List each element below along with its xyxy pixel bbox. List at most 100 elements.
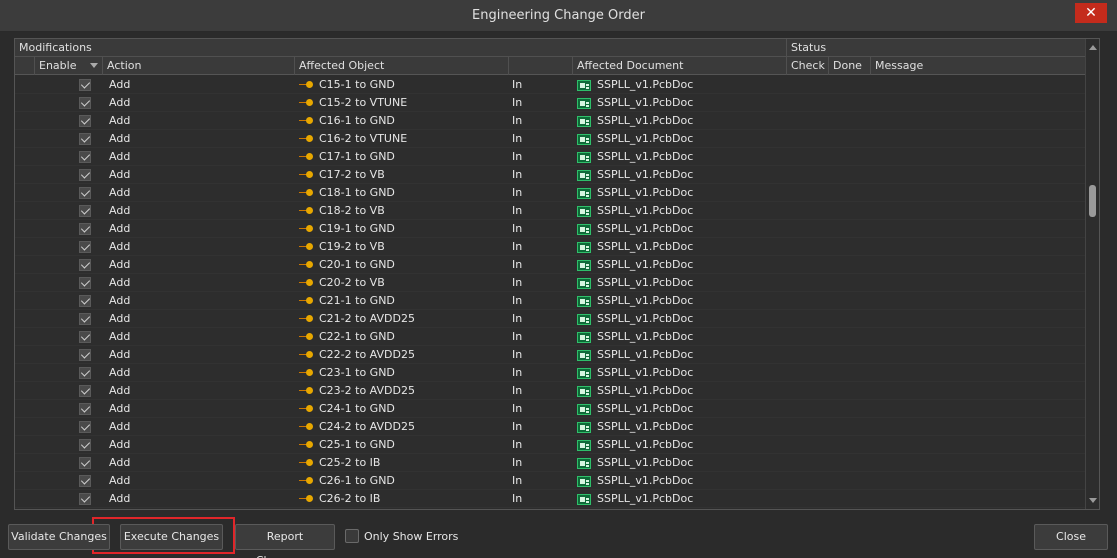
enable-checkbox[interactable] <box>79 295 91 307</box>
table-row[interactable]: Add C23-1 to GND In SSPLL_v1.PcbDoc <box>15 364 1085 382</box>
scroll-thumb[interactable] <box>1089 185 1096 217</box>
action-cell: Add <box>109 186 131 199</box>
enable-checkbox[interactable] <box>79 475 91 487</box>
action-cell: Add <box>109 456 131 469</box>
enable-checkbox[interactable] <box>79 403 91 415</box>
enable-checkbox[interactable] <box>79 493 91 505</box>
table-row[interactable]: Add C26-2 to IB In SSPLL_v1.PcbDoc <box>15 490 1085 508</box>
enable-checkbox[interactable] <box>79 259 91 271</box>
affected-object-cell: C25-1 to GND <box>319 438 395 451</box>
close-window-icon[interactable]: ✕ <box>1075 3 1107 23</box>
execute-changes-button[interactable]: Execute Changes <box>120 524 223 550</box>
enable-checkbox[interactable] <box>79 115 91 127</box>
only-show-errors-checkbox[interactable] <box>345 529 359 543</box>
table-row[interactable]: Add C17-1 to GND In SSPLL_v1.PcbDoc <box>15 148 1085 166</box>
table-row[interactable]: Add C19-1 to GND In SSPLL_v1.PcbDoc <box>15 220 1085 238</box>
scroll-down-icon[interactable] <box>1089 498 1097 503</box>
table-row[interactable]: Add C25-2 to IB In SSPLL_v1.PcbDoc <box>15 454 1085 472</box>
table-row[interactable]: Add C16-1 to GND In SSPLL_v1.PcbDoc <box>15 112 1085 130</box>
column-affected-object[interactable]: Affected Object <box>295 57 509 75</box>
net-icon <box>299 225 313 233</box>
enable-checkbox[interactable] <box>79 187 91 199</box>
affected-object-cell: C15-2 to VTUNE <box>319 96 408 109</box>
column-affected-document[interactable]: Affected Document <box>573 57 787 75</box>
net-icon <box>299 369 313 377</box>
title-bar: Engineering Change Order ✕ <box>0 0 1117 32</box>
table-row[interactable]: Add C20-1 to GND In SSPLL_v1.PcbDoc <box>15 256 1085 274</box>
pcb-document-icon <box>577 260 591 271</box>
action-cell: Add <box>109 420 131 433</box>
table-row[interactable]: Add C25-1 to GND In SSPLL_v1.PcbDoc <box>15 436 1085 454</box>
table-row[interactable]: Add C18-2 to VB In SSPLL_v1.PcbDoc <box>15 202 1085 220</box>
validate-changes-button[interactable]: Validate Changes <box>8 524 110 550</box>
table-row[interactable]: Add C21-1 to GND In SSPLL_v1.PcbDoc <box>15 292 1085 310</box>
vertical-scrollbar[interactable] <box>1085 39 1099 509</box>
pcb-document-icon <box>577 206 591 217</box>
enable-checkbox[interactable] <box>79 79 91 91</box>
pcb-document-icon <box>577 224 591 235</box>
net-icon <box>299 459 313 467</box>
table-row[interactable]: Add C23-2 to AVDD25 In SSPLL_v1.PcbDoc <box>15 382 1085 400</box>
table-row[interactable]: Add C17-2 to VB In SSPLL_v1.PcbDoc <box>15 166 1085 184</box>
enable-checkbox[interactable] <box>79 241 91 253</box>
pcb-document-icon <box>577 350 591 361</box>
table-row[interactable]: Add C24-2 to AVDD25 In SSPLL_v1.PcbDoc <box>15 418 1085 436</box>
enable-checkbox[interactable] <box>79 133 91 145</box>
affected-document-cell: SSPLL_v1.PcbDoc <box>597 168 694 181</box>
enable-checkbox[interactable] <box>79 385 91 397</box>
table-row[interactable]: Add C22-2 to AVDD25 In SSPLL_v1.PcbDoc <box>15 346 1085 364</box>
table-row[interactable]: Add C15-2 to VTUNE In SSPLL_v1.PcbDoc <box>15 94 1085 112</box>
column-done[interactable]: Done <box>829 57 871 75</box>
action-cell: Add <box>109 438 131 451</box>
enable-checkbox[interactable] <box>79 439 91 451</box>
action-cell: Add <box>109 384 131 397</box>
enable-checkbox[interactable] <box>79 97 91 109</box>
enable-checkbox[interactable] <box>79 151 91 163</box>
enable-checkbox[interactable] <box>79 169 91 181</box>
affected-document-cell: SSPLL_v1.PcbDoc <box>597 96 694 109</box>
net-icon <box>299 351 313 359</box>
column-direction[interactable] <box>509 57 573 75</box>
affected-document-cell: SSPLL_v1.PcbDoc <box>597 258 694 271</box>
affected-object-cell: C20-1 to GND <box>319 258 395 271</box>
column-check[interactable]: Check <box>787 57 829 75</box>
enable-checkbox[interactable] <box>79 421 91 433</box>
sort-arrow-icon[interactable] <box>90 63 98 68</box>
table-row[interactable]: Add C26-1 to GND In SSPLL_v1.PcbDoc <box>15 472 1085 490</box>
table-row[interactable]: Add C24-1 to GND In SSPLL_v1.PcbDoc <box>15 400 1085 418</box>
table-row[interactable]: Add C16-2 to VTUNE In SSPLL_v1.PcbDoc <box>15 130 1085 148</box>
enable-checkbox[interactable] <box>79 349 91 361</box>
column-message[interactable]: Message <box>871 57 1085 75</box>
net-icon <box>299 279 313 287</box>
report-changes-button[interactable]: Report Changes... <box>235 524 335 558</box>
table-row[interactable]: Add C15-1 to GND In SSPLL_v1.PcbDoc <box>15 76 1085 94</box>
direction-cell: In <box>512 384 523 397</box>
action-cell: Add <box>109 168 131 181</box>
affected-object-cell: C21-1 to GND <box>319 294 395 307</box>
table-row[interactable]: Add C22-1 to GND In SSPLL_v1.PcbDoc <box>15 328 1085 346</box>
pcb-document-icon <box>577 494 591 505</box>
enable-checkbox[interactable] <box>79 457 91 469</box>
enable-checkbox[interactable] <box>79 223 91 235</box>
direction-cell: In <box>512 78 523 91</box>
enable-checkbox[interactable] <box>79 367 91 379</box>
action-cell: Add <box>109 204 131 217</box>
affected-object-cell: C19-2 to VB <box>319 240 385 253</box>
action-cell: Add <box>109 402 131 415</box>
pcb-document-icon <box>577 242 591 253</box>
enable-checkbox[interactable] <box>79 313 91 325</box>
table-row[interactable]: Add C18-1 to GND In SSPLL_v1.PcbDoc <box>15 184 1085 202</box>
direction-cell: In <box>512 330 523 343</box>
table-row[interactable]: Add C20-2 to VB In SSPLL_v1.PcbDoc <box>15 274 1085 292</box>
action-cell: Add <box>109 312 131 325</box>
scroll-up-icon[interactable] <box>1089 45 1097 50</box>
enable-checkbox[interactable] <box>79 277 91 289</box>
column-action[interactable]: Action <box>103 57 295 75</box>
enable-checkbox[interactable] <box>79 205 91 217</box>
table-row[interactable]: Add C21-2 to AVDD25 In SSPLL_v1.PcbDoc <box>15 310 1085 328</box>
close-button[interactable]: Close <box>1034 524 1108 550</box>
affected-document-cell: SSPLL_v1.PcbDoc <box>597 384 694 397</box>
direction-cell: In <box>512 150 523 163</box>
table-row[interactable]: Add C19-2 to VB In SSPLL_v1.PcbDoc <box>15 238 1085 256</box>
enable-checkbox[interactable] <box>79 331 91 343</box>
